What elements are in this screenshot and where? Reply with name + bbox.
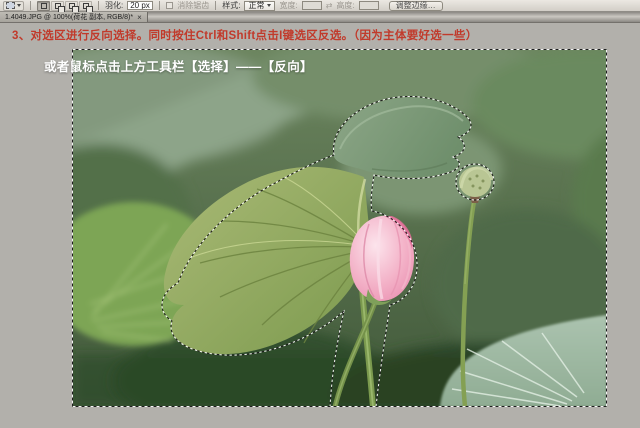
antialias-checkbox[interactable]	[166, 2, 174, 9]
instruction-text-red: 3、对选区进行反向选择。同时按住Ctrl和Shift点击I键选区反选。（因为主体…	[12, 30, 478, 42]
swap-dimensions-icon[interactable]: ⇄	[326, 1, 333, 10]
chevron-down-icon	[17, 4, 21, 7]
close-icon[interactable]: ×	[137, 13, 142, 21]
chevron-down-icon	[267, 4, 272, 7]
document-tab-bar: 1.4049.JPG @ 100%(荷花 副本, RGB/8)* ×	[0, 12, 640, 23]
divider	[98, 1, 99, 10]
refine-edge-button[interactable]: 调整边缘…	[388, 0, 443, 11]
intersect-selection-icon	[82, 2, 93, 13]
canvas-area: 3、对选区进行反向选择。同时按住Ctrl和Shift点击I键选区反选。（因为主体…	[0, 23, 640, 428]
style-value: 正常	[248, 1, 265, 10]
intersect-selection-button[interactable]	[79, 0, 93, 13]
add-selection-icon	[54, 2, 65, 13]
instruction-text-white: 或者鼠标点击上方工具栏【选择】——【反向】	[44, 60, 313, 74]
new-selection-icon	[40, 2, 47, 9]
document-title: 1.4049.JPG @ 100%(荷花 副本, RGB/8)*	[5, 14, 134, 21]
selection-mode-buttons	[37, 0, 93, 13]
document-tab[interactable]: 1.4049.JPG @ 100%(荷花 副本, RGB/8)* ×	[0, 12, 148, 22]
feather-input[interactable]	[127, 1, 154, 10]
style-label: 样式:	[222, 1, 241, 10]
lotus-photo	[0, 32, 640, 428]
photo-document[interactable]	[0, 32, 640, 428]
height-input[interactable]	[358, 1, 379, 10]
subtract-selection-icon	[68, 2, 79, 13]
subtract-from-selection-button[interactable]	[65, 0, 79, 13]
options-bar: 羽化: 消除锯齿 样式: 正常 宽度: ⇄ 高度: 调整边缘…	[0, 0, 640, 13]
height-label: 高度:	[336, 1, 355, 10]
feather-label: 羽化:	[105, 1, 124, 10]
photoshop-window: 羽化: 消除锯齿 样式: 正常 宽度: ⇄ 高度: 调整边缘… 1.4049.J…	[0, 0, 640, 428]
divider	[30, 1, 31, 10]
divider	[159, 1, 161, 10]
divider	[215, 1, 217, 10]
new-selection-button[interactable]	[37, 0, 50, 11]
width-input[interactable]	[301, 1, 322, 10]
tool-preset-picker[interactable]	[3, 0, 24, 11]
width-label: 宽度:	[279, 1, 298, 10]
antialias-label: 消除锯齿	[177, 1, 210, 10]
marquee-tool-icon	[6, 2, 15, 9]
style-dropdown[interactable]: 正常	[244, 0, 276, 11]
add-to-selection-button[interactable]	[51, 0, 65, 13]
